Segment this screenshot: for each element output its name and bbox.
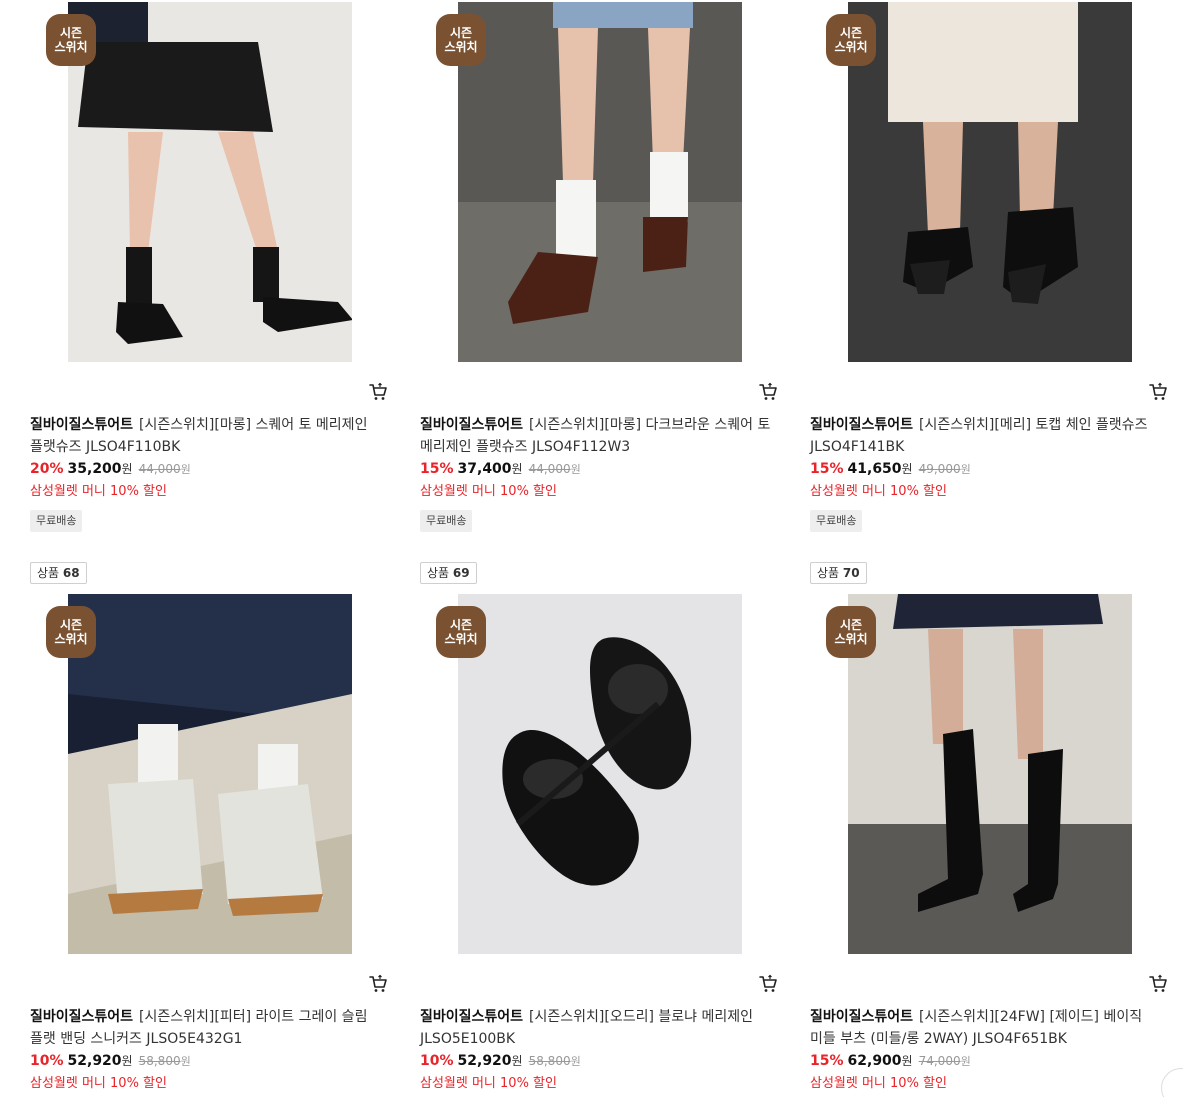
currency: 원 [121, 462, 133, 476]
original-price: 49,000 [918, 462, 961, 476]
product-image[interactable] [458, 594, 742, 954]
payment-benefit: 삼성월렛 머니 10% 할인 [30, 484, 167, 499]
product-title[interactable]: 질바이질스튜어트 [시즌스위치][오드리] 블로냐 메리제인 JLSO5E100B… [420, 1006, 776, 1050]
original-price: 74,000 [918, 1054, 961, 1068]
sale-price: 62,900 [847, 1053, 902, 1069]
original-price: 58,800 [138, 1054, 181, 1068]
discount-rate: 15% [810, 461, 844, 477]
badge-line-2: 스위치 [444, 632, 478, 646]
price-row: 10% 52,920원 58,800원 [30, 1052, 191, 1069]
season-switch-badge: 시즌 스위치 [826, 14, 876, 66]
badge-line-2: 스위치 [834, 40, 868, 54]
discount-rate: 10% [30, 1053, 64, 1069]
season-switch-badge: 시즌 스위치 [46, 606, 96, 658]
badge-line-2: 스위치 [54, 40, 88, 54]
rank-prefix: 상품 [427, 566, 450, 580]
rank-prefix: 상품 [817, 566, 840, 580]
product-rank: 상품 69 [420, 562, 477, 584]
product-title[interactable]: 질바이질스튜어트 [시즌스위치][마롱] 스퀘어 토 메리제인 플랫슈즈 JLSO… [30, 414, 386, 458]
currency-original: 원 [180, 463, 191, 476]
badge-line-1: 시즌 [449, 618, 473, 632]
product-image[interactable] [68, 594, 352, 954]
currency: 원 [511, 1054, 523, 1068]
badge-line-2: 스위치 [444, 40, 478, 54]
product-title[interactable]: 질바이질스튜어트 [시즌스위치][피터] 라이트 그레이 슬림 플랫 밴딩 스니커… [30, 1006, 386, 1050]
payment-benefit: 삼성월렛 머니 10% 할인 [420, 1076, 557, 1091]
brand-name: 질바이질스튜어트 [810, 1009, 914, 1025]
season-switch-badge: 시즌 스위치 [826, 606, 876, 658]
badge-line-1: 시즌 [59, 26, 83, 40]
discount-rate: 15% [420, 461, 454, 477]
price-row: 15% 41,650원 49,000원 [810, 460, 971, 477]
payment-benefit: 삼성월렛 머니 10% 할인 [420, 484, 557, 499]
badge-line-1: 시즌 [839, 618, 863, 632]
payment-benefit: 삼성월렛 머니 10% 할인 [30, 1076, 167, 1091]
add-to-cart-icon[interactable] [758, 382, 778, 402]
currency: 원 [511, 462, 523, 476]
badge-line-1: 시즌 [839, 26, 863, 40]
product-image[interactable] [68, 2, 352, 362]
price-row: 15% 37,400원 44,000원 [420, 460, 581, 477]
brand-name: 질바이질스튜어트 [420, 1009, 524, 1025]
payment-benefit: 삼성월렛 머니 10% 할인 [810, 484, 947, 499]
sale-price: 52,920 [457, 1053, 512, 1069]
discount-rate: 15% [810, 1053, 844, 1069]
currency: 원 [901, 1054, 913, 1068]
price-row: 15% 62,900원 74,000원 [810, 1052, 971, 1069]
product-image[interactable] [848, 594, 1132, 954]
currency-original: 원 [570, 463, 581, 476]
sale-price: 41,650 [847, 461, 902, 477]
brand-name: 질바이질스튜어트 [30, 1009, 134, 1025]
badge-line-1: 시즌 [59, 618, 83, 632]
season-switch-badge: 시즌 스위치 [46, 14, 96, 66]
price-row: 10% 52,920원 58,800원 [420, 1052, 581, 1069]
currency-original: 원 [180, 1055, 191, 1068]
badge-line-1: 시즌 [449, 26, 473, 40]
rank-prefix: 상품 [37, 566, 60, 580]
currency: 원 [121, 1054, 133, 1068]
original-price: 44,000 [528, 462, 571, 476]
rank-number: 69 [452, 566, 470, 580]
floating-scroll-button[interactable] [1161, 1068, 1183, 1097]
free-shipping-tag: 무료배송 [810, 510, 863, 532]
original-price: 44,000 [138, 462, 181, 476]
product-title[interactable]: 질바이질스튜어트 [시즌스위치][마롱] 다크브라운 스퀘어 토 메리제인 플랫슈… [420, 414, 776, 458]
brand-name: 질바이질스튜어트 [420, 417, 524, 433]
discount-rate: 20% [30, 461, 64, 477]
free-shipping-tag: 무료배송 [420, 510, 473, 532]
currency: 원 [901, 462, 913, 476]
season-switch-badge: 시즌 스위치 [436, 14, 486, 66]
add-to-cart-icon[interactable] [758, 974, 778, 994]
brand-name: 질바이질스튜어트 [30, 417, 134, 433]
rank-number: 70 [842, 566, 860, 580]
discount-rate: 10% [420, 1053, 454, 1069]
brand-name: 질바이질스튜어트 [810, 417, 914, 433]
original-price: 58,800 [528, 1054, 571, 1068]
payment-benefit: 삼성월렛 머니 10% 할인 [810, 1076, 947, 1091]
sale-price: 52,920 [67, 1053, 122, 1069]
product-rank: 상품 68 [30, 562, 87, 584]
badge-line-2: 스위치 [54, 632, 88, 646]
price-row: 20% 35,200원 44,000원 [30, 460, 191, 477]
add-to-cart-icon[interactable] [368, 974, 388, 994]
currency-original: 원 [570, 1055, 581, 1068]
currency-original: 원 [960, 1055, 971, 1068]
product-image[interactable] [848, 2, 1132, 362]
product-image[interactable] [458, 2, 742, 362]
rank-number: 68 [62, 566, 80, 580]
currency-original: 원 [960, 463, 971, 476]
badge-line-2: 스위치 [834, 632, 868, 646]
sale-price: 35,200 [67, 461, 122, 477]
product-title[interactable]: 질바이질스튜어트 [시즌스위치][24FW] [제이드] 베이직 미들 부츠 (미… [810, 1006, 1166, 1050]
product-rank: 상품 70 [810, 562, 867, 584]
add-to-cart-icon[interactable] [368, 382, 388, 402]
add-to-cart-icon[interactable] [1148, 382, 1168, 402]
free-shipping-tag: 무료배송 [30, 510, 83, 532]
add-to-cart-icon[interactable] [1148, 974, 1168, 994]
sale-price: 37,400 [457, 461, 512, 477]
product-title[interactable]: 질바이질스튜어트 [시즌스위치][메리] 토캡 체인 플랫슈즈 JLSO4F141… [810, 414, 1166, 458]
season-switch-badge: 시즌 스위치 [436, 606, 486, 658]
